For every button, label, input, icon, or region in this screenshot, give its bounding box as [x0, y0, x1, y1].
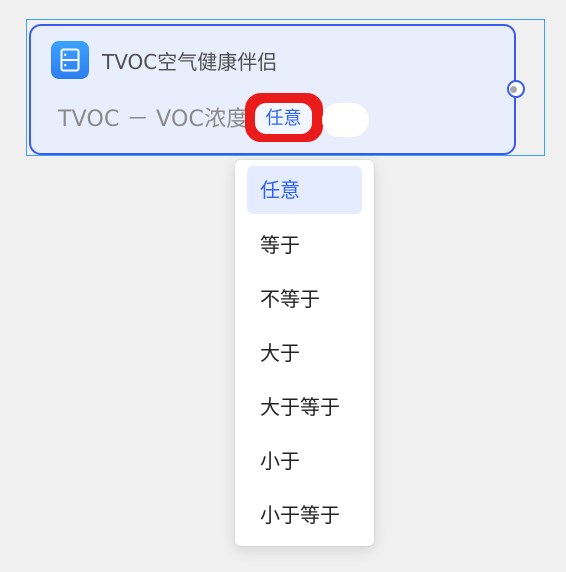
- option-less-than-or-equal[interactable]: 小于等于: [247, 488, 362, 542]
- option-any[interactable]: 任意: [247, 166, 362, 214]
- option-not-equal[interactable]: 不等于: [247, 272, 362, 326]
- operator-dropdown: 任意 等于 不等于 大于 大于等于 小于 小于等于: [235, 160, 374, 546]
- storage-device-icon: [51, 41, 89, 79]
- operator-select[interactable]: 任意: [255, 103, 312, 134]
- condition-property-label: TVOC － VOC浓度: [58, 107, 249, 132]
- canvas: TVOC空气健康伴侣 TVOC － VOC浓度 任意 任意 等于 不等于 大于 …: [0, 0, 566, 572]
- option-greater-than-or-equal[interactable]: 大于等于: [247, 380, 362, 434]
- option-greater-than[interactable]: 大于: [247, 326, 362, 380]
- connection-port[interactable]: [507, 80, 525, 98]
- device-title: TVOC空气健康伴侣: [102, 50, 278, 74]
- value-input[interactable]: [322, 103, 369, 137]
- option-equal[interactable]: 等于: [247, 218, 362, 272]
- option-less-than[interactable]: 小于: [247, 434, 362, 488]
